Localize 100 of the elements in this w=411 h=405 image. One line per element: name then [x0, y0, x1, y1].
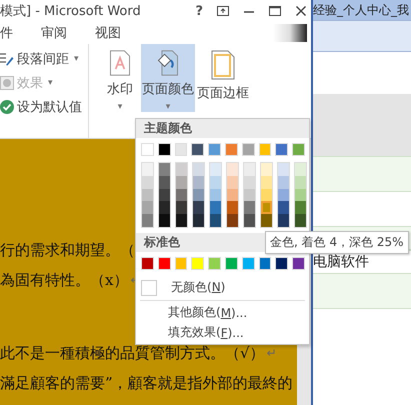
dropdown-arrow: ▾ — [166, 102, 170, 112]
close-icon[interactable] — [295, 6, 307, 16]
format-option[interactable]: 设为默认值 — [0, 98, 88, 116]
color-swatch[interactable] — [292, 256, 305, 270]
color-swatch[interactable] — [210, 214, 221, 227]
paragraph-mark: ↵ — [266, 346, 277, 360]
color-swatch[interactable] — [258, 256, 272, 270]
color-swatch[interactable] — [295, 163, 306, 176]
ribbon-button[interactable]: 页面颜色 ▾ — [141, 44, 195, 112]
color-swatch[interactable] — [191, 256, 204, 270]
table-cell: 电脑软件 — [313, 253, 369, 271]
color-swatch[interactable] — [158, 256, 171, 270]
color-swatch[interactable] — [261, 163, 272, 176]
ribbon-tab[interactable]: 视图 — [95, 24, 149, 42]
color-swatch[interactable] — [191, 143, 204, 156]
color-swatch[interactable] — [295, 214, 306, 227]
color-swatch[interactable] — [278, 201, 289, 214]
page-border-icon — [211, 50, 235, 80]
color-swatch[interactable] — [244, 214, 255, 227]
color-swatch[interactable] — [278, 163, 289, 176]
no-color-option[interactable]: 无颜色(N) — [136, 278, 226, 298]
color-swatch[interactable] — [176, 214, 187, 227]
color-swatch[interactable] — [193, 201, 204, 214]
color-swatch[interactable] — [193, 214, 204, 227]
color-swatch[interactable] — [176, 163, 187, 176]
paint-bucket-page-icon — [156, 50, 180, 76]
color-swatch[interactable] — [261, 176, 272, 189]
color-swatch[interactable] — [295, 201, 306, 214]
dropdown-arrow: ▾ — [74, 54, 79, 64]
color-swatch[interactable] — [242, 143, 255, 156]
menu-item[interactable]: 填充效果(F)... — [136, 322, 244, 343]
help-button[interactable]: ? — [195, 4, 203, 18]
ribbon-tab[interactable]: 件 — [0, 24, 41, 42]
color-swatch[interactable] — [227, 176, 238, 189]
color-swatch[interactable] — [292, 143, 305, 156]
color-swatch[interactable] — [258, 143, 272, 156]
document-text: 滿足顧客的需要”，顧客就是指外部的最終的 — [0, 374, 293, 392]
window-title: 模式] - Microsoft Word — [0, 3, 141, 20]
account-picture[interactable] — [273, 24, 307, 42]
section-header: 主题颜色 — [136, 119, 309, 138]
color-swatch[interactable] — [210, 163, 221, 176]
color-swatch[interactable] — [176, 188, 187, 202]
color-swatch[interactable] — [141, 143, 154, 156]
ribbon-tab[interactable]: 审阅 — [41, 24, 95, 42]
color-swatch[interactable] — [158, 143, 171, 156]
color-swatch[interactable] — [242, 256, 255, 270]
color-swatch[interactable] — [278, 214, 289, 227]
color-swatch[interactable] — [275, 143, 288, 156]
color-swatch[interactable] — [142, 201, 153, 214]
color-swatch[interactable] — [295, 176, 306, 189]
color-swatch[interactable] — [208, 143, 221, 156]
browser-tab-title[interactable]: 经验_个人中心_我 — [313, 3, 409, 17]
color-swatch[interactable] — [142, 176, 153, 189]
color-swatch[interactable] — [210, 201, 221, 214]
color-swatch[interactable] — [244, 176, 255, 189]
color-swatch[interactable] — [159, 188, 170, 202]
ribbon-button[interactable]: 水印 ▾ — [99, 44, 141, 112]
color-swatch[interactable] — [159, 163, 170, 176]
color-swatch[interactable] — [208, 256, 221, 270]
color-swatch[interactable] — [193, 188, 204, 202]
color-swatch[interactable] — [141, 256, 154, 270]
ribbon-button[interactable]: 页面边框 — [195, 44, 251, 112]
color-swatch[interactable] — [275, 256, 288, 270]
color-swatch[interactable] — [193, 163, 204, 176]
menu-item[interactable]: 其他颜色(M)... — [136, 302, 248, 323]
color-swatch[interactable] — [278, 188, 289, 202]
color-swatch[interactable] — [193, 176, 204, 189]
paragraph-spacing-icon — [0, 52, 14, 66]
color-swatch[interactable] — [261, 214, 272, 227]
color-swatch[interactable] — [159, 176, 170, 189]
color-swatch[interactable] — [244, 163, 255, 176]
format-option[interactable]: 段落间距 ▾ — [0, 50, 88, 68]
color-swatch[interactable] — [159, 214, 170, 227]
color-swatch[interactable] — [174, 143, 188, 156]
color-swatch[interactable] — [176, 176, 187, 189]
color-swatch[interactable] — [227, 201, 238, 214]
color-swatch[interactable] — [210, 176, 221, 189]
color-swatch[interactable] — [295, 188, 306, 202]
tooltip: 金色, 着色 4，深色 25% — [265, 231, 409, 254]
color-swatch[interactable] — [224, 256, 238, 270]
color-swatch[interactable] — [227, 163, 238, 176]
color-swatch[interactable] — [142, 188, 153, 202]
color-swatch[interactable] — [227, 214, 238, 227]
maximize-icon[interactable] — [269, 6, 281, 16]
dropdown-arrow: ▾ — [118, 102, 122, 112]
color-swatch[interactable] — [142, 163, 153, 176]
color-swatch[interactable] — [176, 201, 187, 214]
color-swatch[interactable] — [174, 256, 188, 270]
color-swatch[interactable] — [244, 201, 255, 214]
color-swatch[interactable] — [210, 188, 221, 202]
color-swatch[interactable] — [244, 188, 255, 202]
ribbon-display-options-icon[interactable] — [217, 6, 229, 16]
color-swatch[interactable] — [142, 214, 153, 227]
color-swatch[interactable] — [159, 201, 170, 214]
color-swatch[interactable] — [278, 176, 289, 189]
color-swatch[interactable] — [261, 188, 272, 202]
color-swatch[interactable] — [261, 201, 272, 214]
color-swatch[interactable] — [224, 143, 238, 156]
color-swatch[interactable] — [227, 188, 238, 202]
effects-icon — [0, 76, 14, 90]
